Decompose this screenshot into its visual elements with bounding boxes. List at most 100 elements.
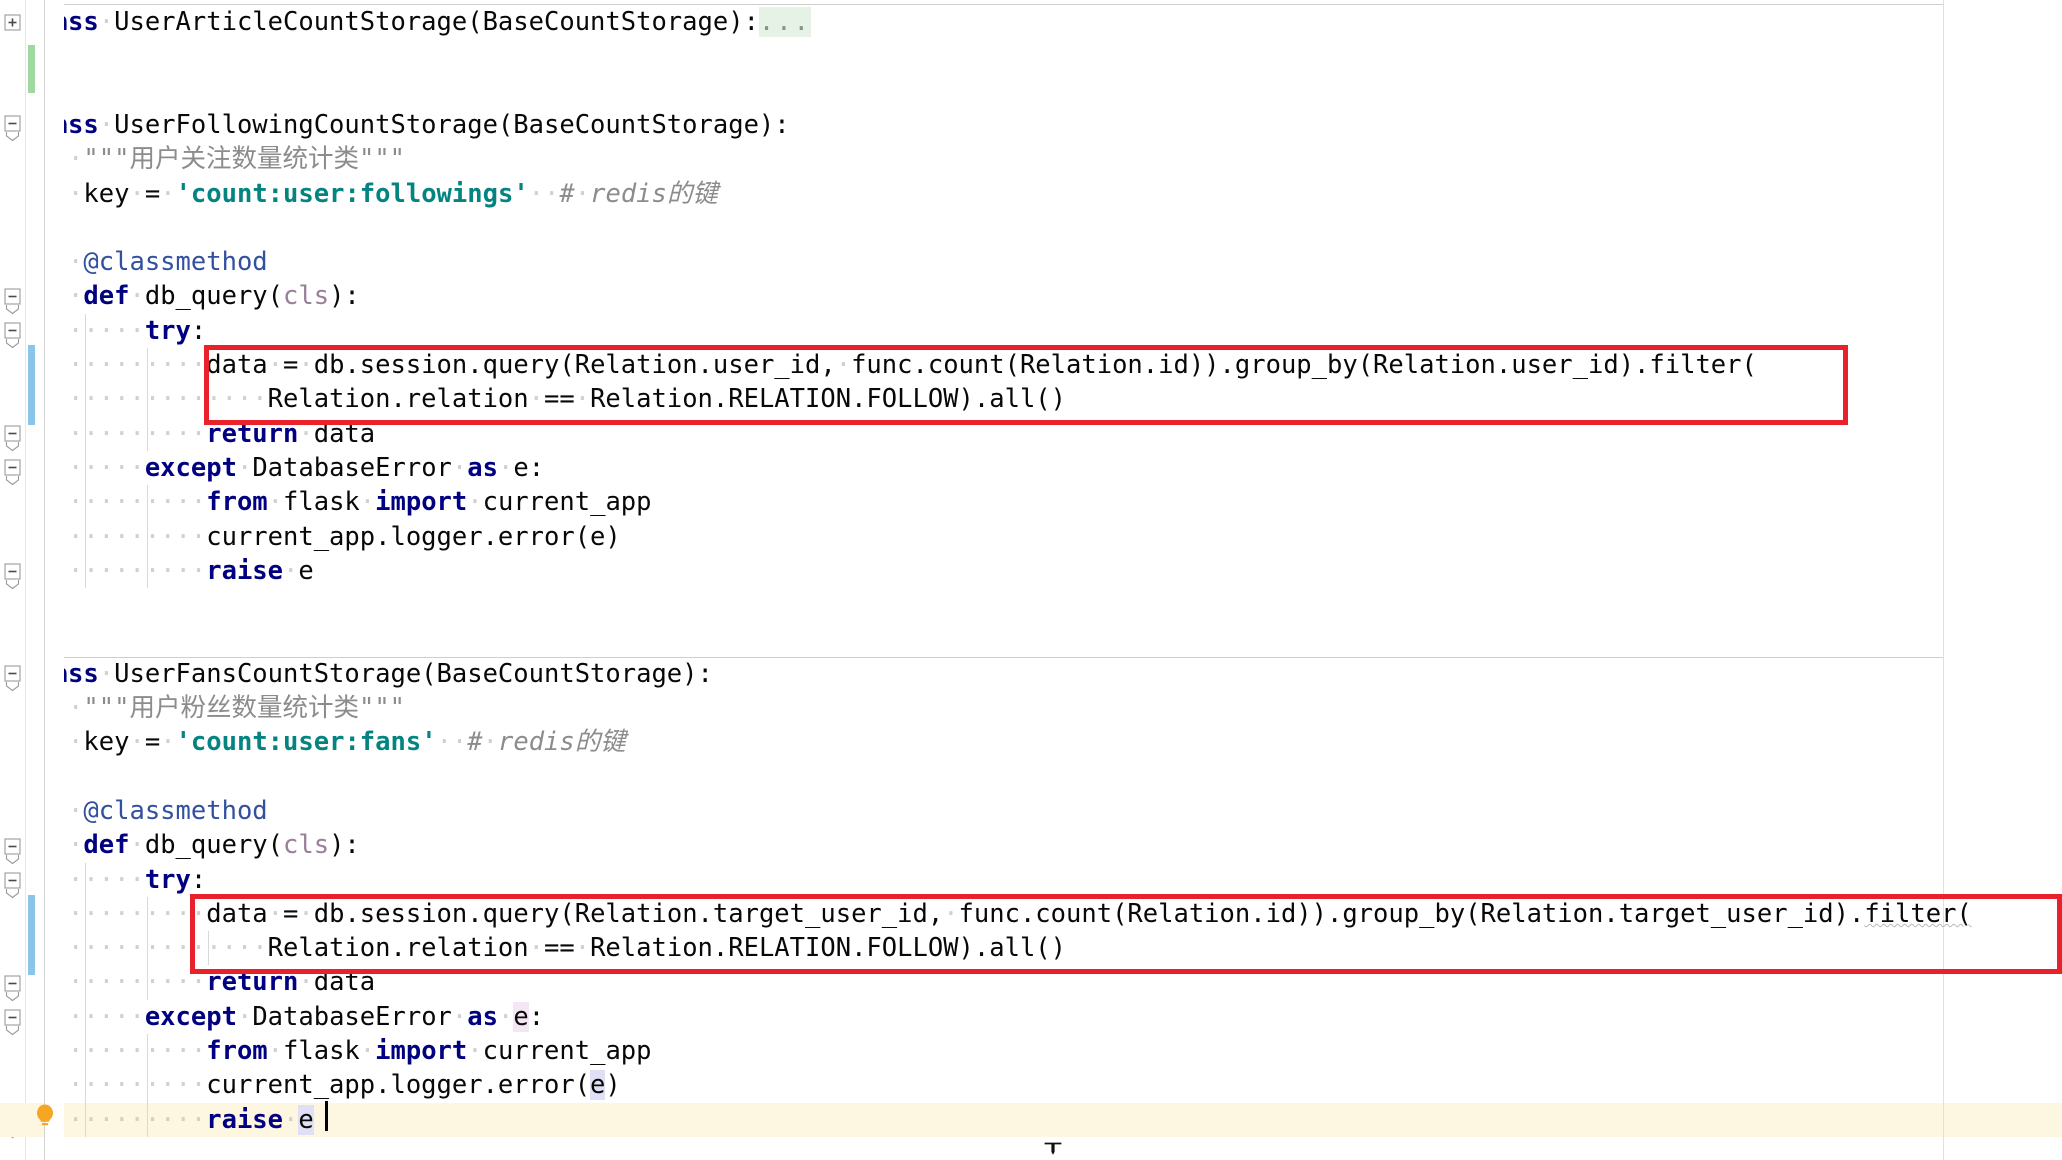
code-token: == (544, 933, 575, 964)
code-token: current_app (482, 487, 652, 518)
code-token: = (283, 350, 299, 380)
code-token: · (160, 178, 176, 209)
vcs-change-bar-modified[interactable] (28, 345, 35, 425)
code-line[interactable]: ····key·=·'count:user:fans'··#·redis的键 (0, 725, 626, 759)
code-token: · (236, 452, 253, 483)
fold-collapse-icon[interactable] (4, 563, 21, 590)
code-token: redis的键 (590, 178, 718, 209)
code-token: == (544, 384, 575, 415)
code-line[interactable]: ········except·DatabaseError·as·e: (0, 1000, 544, 1034)
code-token: · (451, 1001, 468, 1032)
code-token: cls (283, 281, 330, 312)
code-token: · (267, 487, 284, 518)
code-token: = (144, 727, 161, 758)
code-token: import (375, 487, 468, 518)
code-token: try (144, 864, 191, 895)
code-token: try (144, 315, 191, 346)
code-line[interactable]: ············data·=·db.session.query(Rela… (0, 348, 1757, 382)
code-token: Relation.relation (267, 384, 529, 415)
fold-collapse-icon[interactable] (4, 459, 21, 486)
code-token: func.count(Relation.id)).group_by(Relati… (958, 898, 1865, 929)
fold-collapse-icon[interactable] (4, 665, 21, 692)
vcs-change-bar-added[interactable] (28, 45, 35, 93)
code-token: Relation.relation (267, 933, 529, 964)
fold-collapse-icon[interactable] (4, 322, 21, 349)
vcs-change-bar-modified[interactable] (28, 895, 35, 975)
code-token: · (359, 487, 376, 518)
code-token: @classmethod (83, 795, 268, 826)
code-token: : (190, 315, 207, 346)
code-token: Relation.RELATION.FOLLOW).all() (590, 384, 1066, 415)
code-token: @classmethod (83, 247, 268, 278)
code-token: cls (283, 830, 330, 861)
code-text-area[interactable]: class·UserArticleCountStorage(BaseCountS… (0, 0, 2062, 1160)
code-line[interactable]: class·UserArticleCountStorage(BaseCountS… (0, 5, 811, 39)
code-line[interactable]: ····key·=·'count:user:followings'··#·red… (0, 177, 718, 211)
code-token: import (375, 1036, 468, 1066)
code-token: from (206, 487, 268, 518)
fold-collapse-icon[interactable] (4, 115, 21, 142)
code-token: ): (329, 281, 360, 312)
code-line[interactable]: ················Relation.relation·==·Rel… (0, 382, 1066, 416)
fold-expand-icon[interactable] (4, 14, 21, 31)
code-token: 'count:user:fans' (175, 727, 437, 758)
code-token: e (298, 1104, 314, 1135)
code-token: · (359, 1036, 376, 1066)
fold-collapse-icon[interactable] (4, 872, 21, 899)
code-token: return (206, 418, 299, 449)
code-token: · (267, 350, 284, 380)
gutter-inner-divider (25, 0, 26, 1160)
code-token: ·· (528, 178, 560, 209)
code-token: · (528, 384, 544, 415)
fold-collapse-icon[interactable] (4, 975, 21, 1002)
code-token: ) (605, 1070, 621, 1101)
fold-collapse-icon[interactable] (4, 425, 21, 452)
fold-collapse-icon[interactable] (4, 288, 21, 315)
fold-collapse-icon[interactable] (4, 1009, 21, 1036)
code-token: · (482, 727, 498, 758)
code-token: from (206, 1036, 268, 1066)
fold-collapse-icon[interactable] (4, 838, 21, 865)
code-token: UserFollowingCountStorage(BaseCountStora… (114, 109, 790, 140)
code-token: · (528, 933, 544, 964)
code-token: · (835, 350, 852, 380)
code-line[interactable]: ············data·=·db.session.query(Rela… (0, 897, 1972, 931)
code-token: def (83, 281, 130, 312)
code-token: e (590, 1070, 606, 1101)
code-token: · (267, 898, 284, 929)
code-token: · (497, 452, 514, 483)
code-token: · (98, 7, 115, 37)
code-token: : (528, 1001, 545, 1032)
code-token: · (283, 555, 299, 586)
code-token: · (574, 178, 591, 209)
code-token: · (129, 830, 145, 861)
code-token: flask (283, 1036, 360, 1066)
lightbulb-icon[interactable] (32, 1102, 58, 1128)
code-line[interactable]: class·UserFollowingCountStorage(BaseCoun… (0, 108, 790, 142)
code-token: key (83, 178, 130, 209)
code-token: return (206, 967, 299, 998)
code-token: · (497, 1001, 514, 1032)
code-line[interactable]: class·UserFansCountStorage(BaseCountStor… (0, 657, 713, 691)
code-token: = (144, 178, 161, 209)
code-token: DatabaseError (252, 1001, 452, 1032)
code-line[interactable]: ············from·flask·import·current_ap… (0, 485, 652, 519)
code-line[interactable]: ············from·flask·import·current_ap… (0, 1034, 652, 1068)
code-token: redis的键 (498, 727, 626, 758)
code-token: except (144, 452, 237, 483)
code-token: except (144, 1001, 237, 1032)
code-token: db.session.query(Relation.target_user_id… (313, 898, 944, 929)
code-line[interactable]: ············current_app.logger.error(e) (0, 1068, 621, 1102)
code-token: current_app.logger.error(e) (206, 521, 621, 552)
code-editor[interactable]: class·UserArticleCountStorage(BaseCountS… (0, 0, 2062, 1160)
code-token: as (467, 452, 498, 483)
code-token: · (467, 487, 483, 518)
code-line[interactable]: ············current_app.logger.error(e) (0, 520, 621, 554)
code-token: · (236, 1001, 253, 1032)
code-line[interactable]: ········except·DatabaseError·as·e: (0, 451, 544, 485)
code-token: = (283, 898, 299, 929)
code-token: · (467, 1036, 483, 1066)
code-token: """用户粉丝数量统计类""" (83, 693, 406, 723)
code-line[interactable]: ················Relation.relation·==·Rel… (0, 931, 1066, 965)
editor-gutter[interactable] (0, 0, 64, 1160)
